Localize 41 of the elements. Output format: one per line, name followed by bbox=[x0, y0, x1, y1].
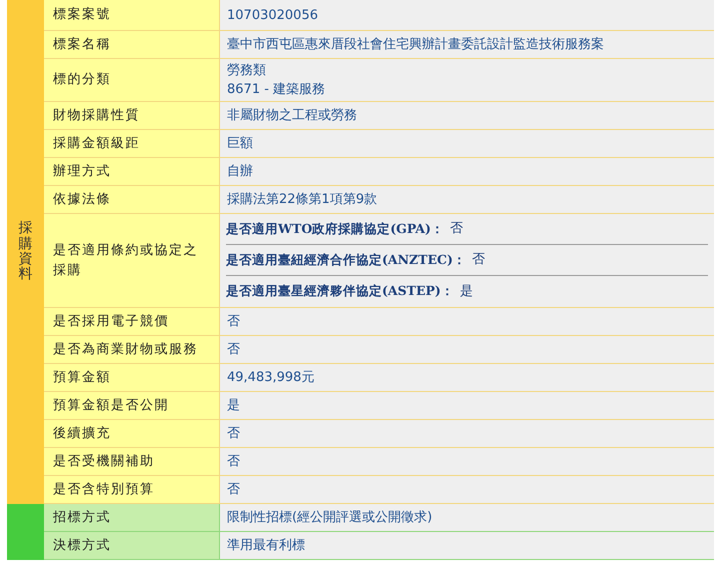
field-value: 非屬財物之工程或勞務 bbox=[227, 107, 358, 125]
field-label: 預算金額是否公開 bbox=[44, 392, 220, 419]
agreement-answer: 否 bbox=[472, 251, 485, 270]
field-value: 勞務類 bbox=[227, 62, 267, 80]
field-label: 決標方式 bbox=[44, 532, 220, 559]
field-value: 是 bbox=[227, 397, 241, 415]
field-value: 否 bbox=[227, 453, 241, 471]
section-title: 採購資料 bbox=[18, 221, 32, 283]
field-value: 自辦 bbox=[227, 163, 254, 181]
field-label: 預算金額 bbox=[44, 364, 220, 391]
field-value: 否 bbox=[227, 313, 241, 331]
field-label: 是否適用條約或協定之採購 bbox=[44, 214, 220, 307]
field-label: 標案名稱 bbox=[44, 31, 220, 58]
field-value: 臺中市西屯區惠來厝段社會住宅興辦計畫委託設計監造技術服務案 bbox=[227, 36, 605, 54]
field-value: 採購法第22條第1項第9款 bbox=[227, 191, 378, 209]
field-label: 標的分類 bbox=[44, 59, 220, 101]
field-value: 否 bbox=[227, 425, 241, 443]
agreement-answer: 是 bbox=[460, 282, 473, 301]
agreement-question: 是否適用臺星經濟夥伴協定(ASTEP)： bbox=[226, 282, 454, 300]
field-label: 是否含特別預算 bbox=[44, 476, 220, 503]
field-value: 限制性招標(經公開評選或公開徵求) bbox=[227, 509, 434, 527]
field-label: 是否為商業財物或服務 bbox=[44, 336, 220, 363]
agreement-question: 是否適用WTO政府採購協定(GPA)： bbox=[226, 220, 444, 238]
field-value: 10703020056 bbox=[227, 6, 319, 24]
agreement-answer: 否 bbox=[450, 220, 463, 238]
agreement-question: 是否適用臺紐經濟合作協定(ANZTEC)： bbox=[226, 250, 466, 269]
field-label: 辦理方式 bbox=[44, 158, 220, 185]
field-value: 否 bbox=[227, 481, 241, 499]
field-value: 8671 - 建築服務 bbox=[227, 81, 326, 99]
field-value: 49,483,998元 bbox=[227, 369, 316, 387]
field-label: 財物採購性質 bbox=[44, 102, 220, 129]
field-value: 準用最有利標 bbox=[227, 537, 306, 555]
field-label: 是否受機關補助 bbox=[44, 448, 220, 475]
field-value: 否 bbox=[227, 341, 241, 359]
field-label: 招標方式 bbox=[44, 504, 220, 531]
field-label: 後續擴充 bbox=[44, 420, 220, 447]
field-label: 標案案號 bbox=[44, 0, 220, 30]
field-value: 巨額 bbox=[227, 135, 254, 153]
field-label: 採購金額級距 bbox=[44, 130, 220, 157]
field-label: 依據法條 bbox=[44, 186, 220, 213]
field-label: 是否採用電子競價 bbox=[44, 308, 220, 335]
